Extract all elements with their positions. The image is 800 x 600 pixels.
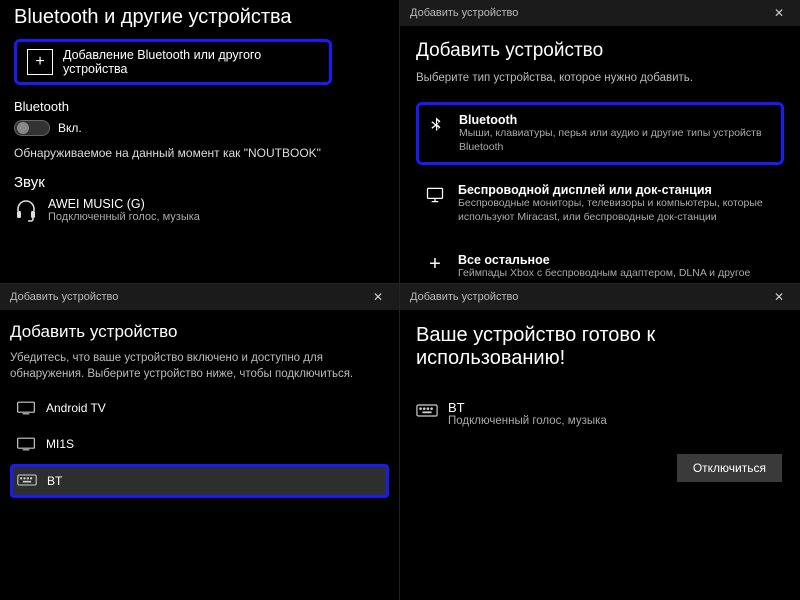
add-device-dialog-type: Добавить устройство ✕ Добавить устройств… [400, 0, 800, 284]
device-label: Android TV [46, 401, 106, 415]
option-desc: Геймпады Xbox с беспроводным адаптером, … [458, 267, 750, 281]
option-title: Все остальное [458, 253, 750, 267]
close-icon[interactable]: ✕ [367, 288, 389, 306]
option-wireless-display[interactable]: Беспроводной дисплей или док-станция Бес… [416, 173, 784, 234]
dialog-header-label: Добавить устройство [10, 291, 118, 303]
keyboard-icon [17, 473, 37, 489]
option-title: Bluetooth [459, 113, 775, 127]
dialog-header-label: Добавить устройство [410, 291, 518, 303]
device-option-mi1s[interactable]: MI1S [10, 428, 389, 460]
plus-icon: + [27, 49, 53, 75]
add-device-dialog-discover: Добавить устройство ✕ Добавить устройств… [0, 284, 400, 600]
bluetooth-section-label: Bluetooth [14, 99, 385, 114]
ready-device-status: Подключенный голос, музыка [448, 415, 607, 427]
display-icon [16, 436, 36, 452]
headset-icon [14, 198, 38, 222]
option-everything-else[interactable]: + Все остальное Геймпады Xbox с беспрово… [416, 243, 784, 284]
device-option-bt[interactable]: BT [10, 464, 389, 498]
sound-section-header: Звук [14, 174, 385, 191]
device-option-android-tv[interactable]: Android TV [10, 392, 389, 424]
plus-icon: + [424, 254, 446, 276]
ready-device-name: BT [448, 400, 607, 415]
dialog-subtitle: Выберите тип устройства, которое нужно д… [416, 70, 784, 86]
option-bluetooth[interactable]: Bluetooth Мыши, клавиатуры, перья или ау… [416, 102, 784, 165]
device-label: BT [47, 474, 62, 488]
dialog-subtitle: Убедитесь, что ваше устройство включено … [10, 350, 389, 382]
page-title: Bluetooth и другие устройства [14, 6, 385, 29]
dialog-title: Добавить устройство [416, 40, 784, 62]
discoverable-status: Обнаруживаемое на данный момент как "NOU… [14, 146, 385, 160]
option-desc: Беспроводные мониторы, телевизоры и комп… [458, 197, 776, 224]
toggle-thumb [17, 122, 29, 134]
option-desc: Мыши, клавиатуры, перья или аудио и друг… [459, 127, 775, 154]
ready-device-row: BT Подключенный голос, музыка [416, 400, 784, 427]
bluetooth-toggle[interactable]: Вкл. [14, 120, 385, 136]
settings-bluetooth-page: Bluetooth и другие устройства + Добавлен… [0, 0, 400, 284]
dialog-header-label: Добавить устройство [410, 7, 518, 19]
toggle-track[interactable] [14, 120, 50, 136]
toggle-state-label: Вкл. [58, 121, 82, 135]
add-device-label: Добавление Bluetooth или другого устройс… [63, 48, 319, 76]
keyboard-icon [416, 403, 436, 419]
audio-device-row[interactable]: AWEI MUSIC (G) Подключенный голос, музык… [14, 197, 385, 223]
add-device-button[interactable]: + Добавление Bluetooth или другого устро… [14, 39, 332, 85]
device-label: MI1S [46, 437, 74, 451]
display-icon [16, 400, 36, 416]
bluetooth-icon [425, 114, 447, 136]
close-icon[interactable]: ✕ [768, 288, 790, 306]
option-title: Беспроводной дисплей или док-станция [458, 183, 776, 197]
add-device-dialog-ready: Добавить устройство ✕ Ваше устройство го… [400, 284, 800, 600]
audio-device-status: Подключенный голос, музыка [48, 211, 200, 223]
dialog-title: Ваше устройство готово к использованию! [416, 324, 784, 370]
disconnect-button[interactable]: Отключиться [677, 454, 782, 482]
dialog-title: Добавить устройство [10, 322, 389, 342]
close-icon[interactable]: ✕ [768, 4, 790, 22]
audio-device-name: AWEI MUSIC (G) [48, 197, 200, 211]
display-icon [424, 184, 446, 206]
